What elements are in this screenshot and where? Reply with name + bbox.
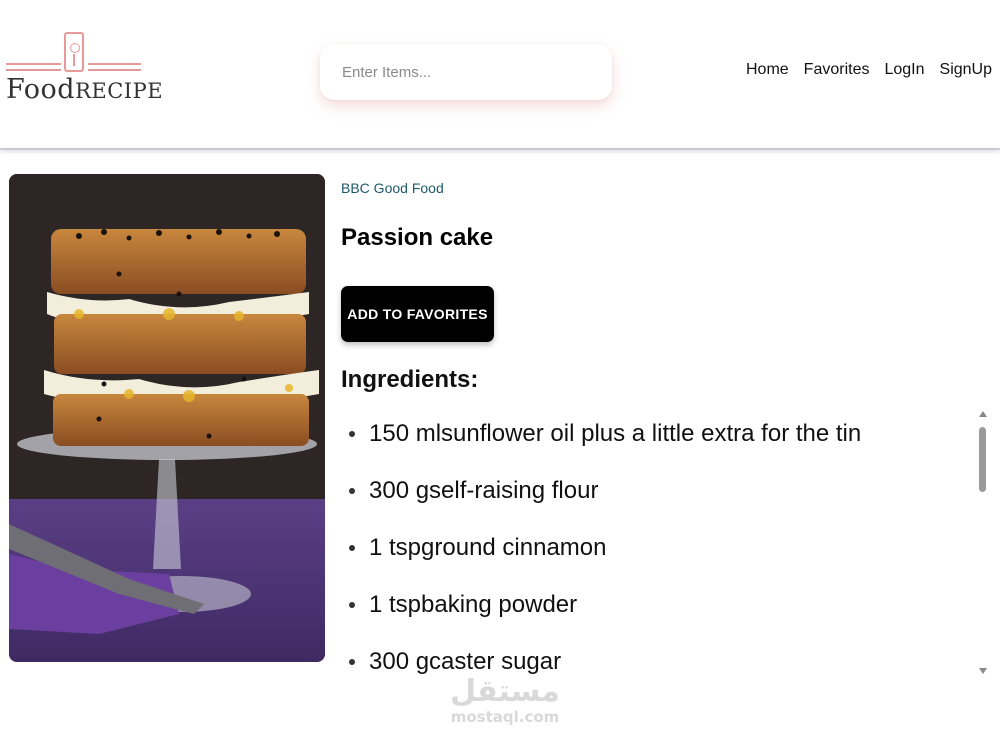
watermark: مستقل mostaql.com [440, 674, 570, 727]
logo-decoration-line [6, 63, 61, 65]
scroll-up-arrow-icon[interactable] [979, 411, 987, 417]
nav-link-login[interactable]: LogIn [884, 61, 924, 79]
ingredient-text: 150 mlsunflower oil plus a little extra … [369, 419, 862, 447]
site-header: FoodRecipe Home Favorites LogIn SignUp [0, 0, 1000, 150]
cake-illustration [9, 174, 325, 662]
ingredient-text: 1 tspbaking powder [369, 590, 578, 618]
recipe-source: BBC Good Food [341, 180, 444, 196]
ingredient-item: 150 mlsunflower oil plus a little extra … [341, 405, 991, 462]
nav-link-signup[interactable]: SignUp [940, 61, 992, 79]
ingredient-item: 300 gcaster sugar [341, 633, 991, 685]
ingredients-list[interactable]: 150 mlsunflower oil plus a little extra … [341, 405, 991, 685]
watermark-latin: mostaql.com [450, 708, 560, 726]
bullet-icon [349, 601, 355, 608]
logo-decoration-line [6, 69, 61, 71]
search-input[interactable] [320, 44, 612, 100]
site-logo[interactable]: FoodRecipe [6, 30, 163, 112]
ingredients-scrollbar[interactable] [976, 405, 990, 680]
logo-text: FoodRecipe [6, 74, 163, 105]
logo-badge-icon [64, 32, 84, 72]
ingredient-item: 1 tspbaking powder [341, 576, 991, 633]
scroll-down-arrow-icon[interactable] [979, 668, 987, 674]
logo-decoration-line [88, 69, 141, 71]
scrollbar-thumb[interactable] [979, 427, 986, 492]
logo-text-main: Food [6, 74, 76, 105]
ingredient-text: 300 gself-raising flour [369, 476, 599, 504]
logo-text-rest: Recipe [75, 79, 164, 103]
ingredient-item: 1 tspground cinnamon [341, 519, 991, 576]
logo-decoration-line [88, 63, 141, 65]
bullet-icon [349, 544, 355, 551]
ingredients-heading: Ingredients: [341, 366, 479, 393]
nav-link-home[interactable]: Home [746, 61, 789, 79]
bullet-icon [349, 658, 355, 665]
nav-link-favorites[interactable]: Favorites [804, 61, 870, 79]
recipe-title: Passion cake [341, 224, 494, 251]
watermark-arabic: مستقل [450, 674, 560, 709]
add-to-favorites-button[interactable]: ADD TO FAVORITES [341, 286, 494, 342]
ingredient-text: 300 gcaster sugar [369, 647, 562, 675]
recipe-image [9, 174, 325, 662]
ingredient-item: 300 gself-raising flour [341, 462, 991, 519]
bullet-icon [349, 487, 355, 494]
main-nav: Home Favorites LogIn SignUp [746, 61, 992, 79]
bullet-icon [349, 430, 355, 437]
ingredient-text: 1 tspground cinnamon [369, 533, 607, 561]
